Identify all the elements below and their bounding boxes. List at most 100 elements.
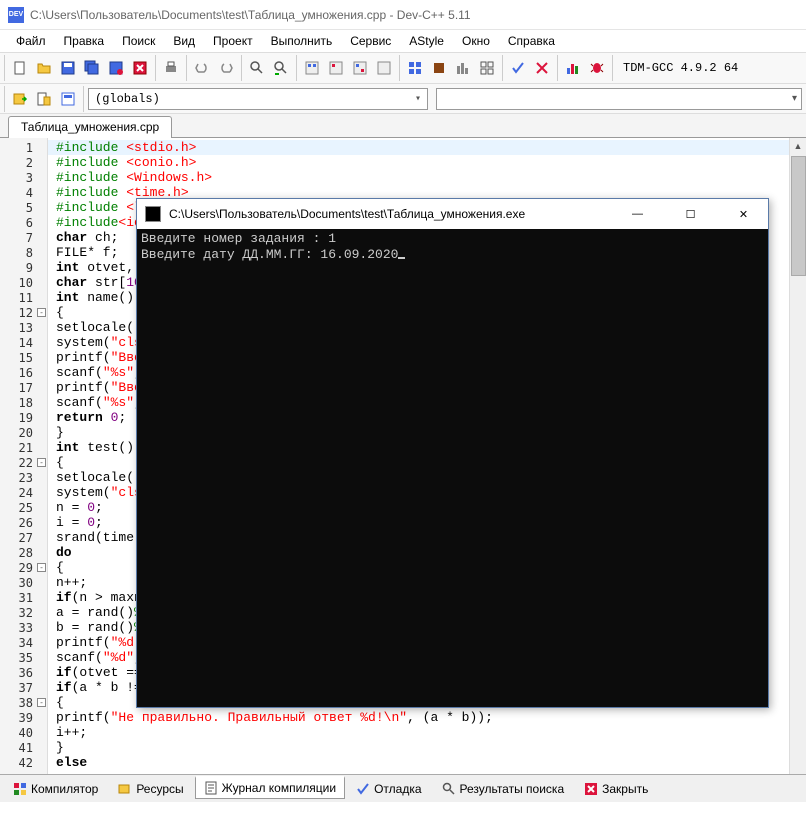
console-icon <box>145 206 161 222</box>
code-line[interactable]: #include <stdio.h> <box>48 140 806 155</box>
gutter: 123456789101112-13141516171819202122-232… <box>0 138 48 774</box>
globals-combo[interactable]: (globals) ▾ <box>88 88 428 110</box>
line-number: 19 <box>0 410 47 425</box>
menu-window[interactable]: Окно <box>454 32 498 50</box>
compiler-selector[interactable]: TDM-GCC 4.9.2 64 <box>617 59 744 77</box>
bookmark-icon[interactable] <box>33 88 55 110</box>
bottom-panel-tabs: Компилятор Ресурсы Журнал компиляции Отл… <box>0 774 806 802</box>
menu-service[interactable]: Сервис <box>342 32 399 50</box>
find-icon[interactable] <box>246 57 268 79</box>
save-as-icon[interactable] <box>105 57 127 79</box>
tab-close[interactable]: Закрыть <box>575 778 657 800</box>
menu-search[interactable]: Поиск <box>114 32 163 50</box>
line-number: 1 <box>0 140 47 155</box>
tab-close-label: Закрыть <box>602 782 648 796</box>
line-number: 31 <box>0 590 47 605</box>
fold-icon[interactable]: - <box>37 308 46 317</box>
tab-results-label: Результаты поиска <box>460 782 565 796</box>
rebuild-icon[interactable] <box>373 57 395 79</box>
compile-icon[interactable] <box>301 57 323 79</box>
fold-icon[interactable]: - <box>37 458 46 467</box>
maximize-button[interactable]: ☐ <box>668 200 713 228</box>
menu-help[interactable]: Справка <box>500 32 563 50</box>
save-icon[interactable] <box>57 57 79 79</box>
compile-run-icon[interactable] <box>349 57 371 79</box>
line-number: 8 <box>0 245 47 260</box>
line-number: 28 <box>0 545 47 560</box>
console-line: Введите номер задания : 1 <box>141 231 336 246</box>
menu-edit[interactable]: Правка <box>56 32 113 50</box>
save-all-icon[interactable] <box>81 57 103 79</box>
console-window: C:\Users\Пользователь\Documents\test\Таб… <box>136 198 769 708</box>
title-bar: DEV C:\Users\Пользователь\Documents\test… <box>0 0 806 30</box>
console-title-text: C:\Users\Пользователь\Documents\test\Таб… <box>169 207 607 221</box>
line-number: 6 <box>0 215 47 230</box>
new-file-icon[interactable] <box>9 57 31 79</box>
line-number: 4 <box>0 185 47 200</box>
fold-icon[interactable]: - <box>37 563 46 572</box>
symbol-combo[interactable]: ▾ <box>436 88 802 110</box>
scroll-up-icon[interactable]: ▲ <box>790 138 806 155</box>
goto-icon[interactable] <box>9 88 31 110</box>
code-line[interactable]: printf("Не правильно. Правильный ответ %… <box>48 710 806 725</box>
title-text: C:\Users\Пользователь\Documents\test\Таб… <box>30 8 471 22</box>
line-number: 14 <box>0 335 47 350</box>
toolbar: TDM-GCC 4.9.2 64 <box>0 52 806 84</box>
cancel-icon[interactable] <box>531 57 553 79</box>
replace-icon[interactable] <box>270 57 292 79</box>
scrollbar-thumb[interactable] <box>791 156 806 276</box>
run-icon[interactable] <box>325 57 347 79</box>
cursor-icon <box>398 257 405 259</box>
menu-file[interactable]: Файл <box>8 32 54 50</box>
code-line[interactable]: } <box>48 740 806 755</box>
menu-run[interactable]: Выполнить <box>263 32 341 50</box>
stop-icon[interactable] <box>428 57 450 79</box>
line-number: 40 <box>0 725 47 740</box>
tab-log-label: Журнал компиляции <box>222 781 336 795</box>
tab-resources[interactable]: Ресурсы <box>109 778 192 800</box>
menu-astyle[interactable]: AStyle <box>401 32 452 50</box>
line-number: 34 <box>0 635 47 650</box>
tab-debug[interactable]: Отладка <box>347 778 430 800</box>
tab-log[interactable]: Журнал компиляции <box>195 776 345 799</box>
check-icon[interactable] <box>507 57 529 79</box>
line-number: 9 <box>0 260 47 275</box>
line-number: 10 <box>0 275 47 290</box>
close-icon[interactable] <box>129 57 151 79</box>
open-file-icon[interactable] <box>33 57 55 79</box>
menu-view[interactable]: Вид <box>165 32 203 50</box>
code-line[interactable]: i++; <box>48 725 806 740</box>
line-number: 21 <box>0 440 47 455</box>
line-number: 13 <box>0 320 47 335</box>
minimize-button[interactable]: — <box>615 200 660 228</box>
code-line[interactable]: #include <Windows.h> <box>48 170 806 185</box>
line-number: 42 <box>0 755 47 770</box>
code-line[interactable]: else <box>48 755 806 770</box>
tab-file[interactable]: Таблица_умножения.cpp <box>8 116 172 138</box>
vertical-scrollbar[interactable]: ▲ <box>789 138 806 774</box>
line-number: 30 <box>0 575 47 590</box>
line-number: 38- <box>0 695 47 710</box>
print-icon[interactable] <box>160 57 182 79</box>
search-icon <box>442 782 456 796</box>
line-number: 33 <box>0 620 47 635</box>
redo-icon[interactable] <box>215 57 237 79</box>
fold-icon[interactable]: - <box>37 698 46 707</box>
code-line[interactable]: #include <conio.h> <box>48 155 806 170</box>
console-output[interactable]: Введите номер задания : 1 Введите дату Д… <box>137 229 768 707</box>
undo-icon[interactable] <box>191 57 213 79</box>
chart-icon[interactable] <box>562 57 584 79</box>
debug-icon[interactable] <box>404 57 426 79</box>
console-titlebar[interactable]: C:\Users\Пользователь\Documents\test\Таб… <box>137 199 768 229</box>
toggle-icon[interactable] <box>57 88 79 110</box>
bug-icon[interactable] <box>586 57 608 79</box>
tab-compiler[interactable]: Компилятор <box>4 778 107 800</box>
line-number: 18 <box>0 395 47 410</box>
close-button[interactable]: ✕ <box>721 200 766 228</box>
menu-project[interactable]: Проект <box>205 32 261 50</box>
layout-icon[interactable] <box>476 57 498 79</box>
log-icon <box>204 781 218 795</box>
profile-icon[interactable] <box>452 57 474 79</box>
tab-resources-label: Ресурсы <box>136 782 183 796</box>
tab-results[interactable]: Результаты поиска <box>433 778 574 800</box>
